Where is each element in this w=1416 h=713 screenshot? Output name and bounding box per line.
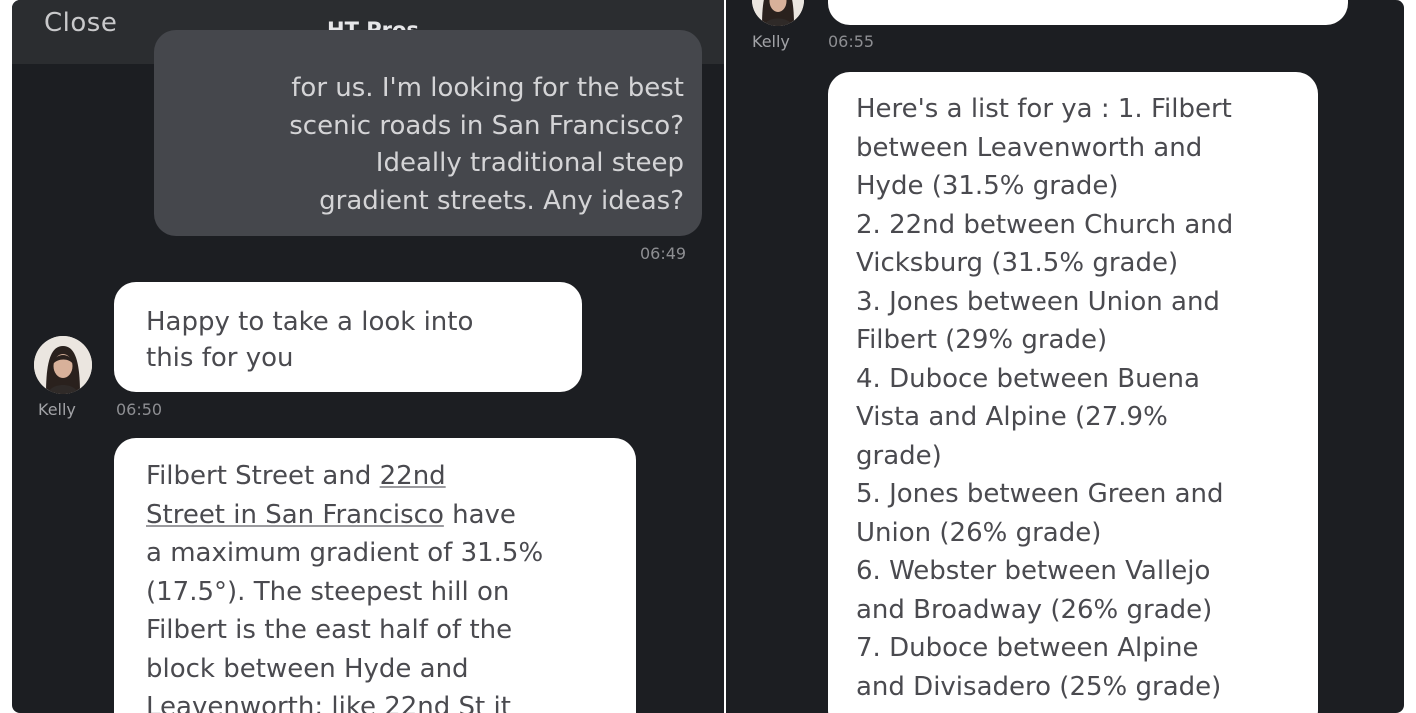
incoming-message: Happy to take a look into this for you <box>114 282 582 392</box>
incoming-message-partial <box>828 0 1348 25</box>
kelly-avatar-image <box>34 336 92 394</box>
message-time: 06:55 <box>828 32 875 51</box>
outgoing-message: for us. I'm looking for the best scenic … <box>154 30 702 236</box>
sender-name: Kelly <box>752 32 790 51</box>
incoming-message: Here's a list for ya : 1. Filbert betwee… <box>828 72 1318 713</box>
left-chat-panel: Close HT Pros for us. I'm looking for th… <box>12 0 724 713</box>
avatar <box>34 336 92 394</box>
right-chat-panel: Kelly 06:55 Here's a list for ya : 1. Fi… <box>726 0 1404 713</box>
sender-name: Kelly <box>38 400 76 419</box>
message-time: 06:49 <box>640 244 687 263</box>
avatar <box>752 0 804 26</box>
incoming-message: Filbert Street and 22nd Street in San Fr… <box>114 438 636 713</box>
message-text: Filbert Street and <box>146 461 380 491</box>
message-time: 06:50 <box>116 400 163 419</box>
kelly-avatar-image <box>752 0 804 26</box>
message-text: have a maximum gradient of 31.5% (17.5°)… <box>146 499 544 713</box>
